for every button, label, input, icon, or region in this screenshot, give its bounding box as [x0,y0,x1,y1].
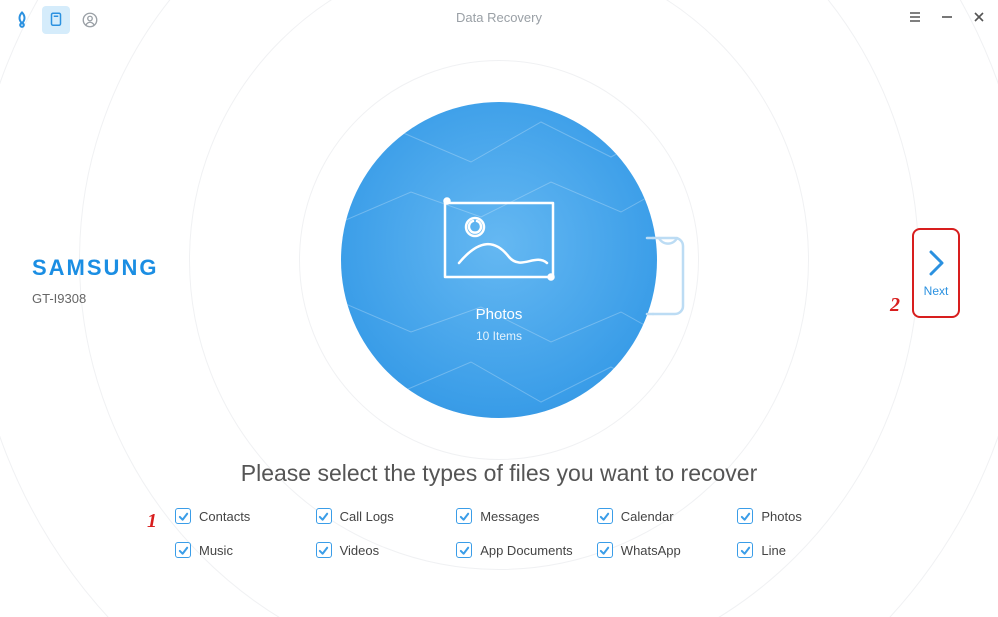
file-type-label: Music [199,543,233,558]
category-card[interactable]: Photos 10 Items [341,102,657,418]
menu-icon[interactable] [908,10,922,24]
instruction-heading: Please select the types of files you wan… [0,460,998,487]
file-type-grid: Contacts Call Logs Messages Calendar Photos M… [175,508,878,558]
file-type-label: Call Logs [340,509,394,524]
file-type-option[interactable]: WhatsApp [597,542,738,558]
pattern-overlay [341,102,657,418]
device-brand: SAMSUNG [32,255,158,281]
device-model: GT-I9308 [32,291,158,306]
annotation-1: 1 [147,510,157,533]
title-bar: Data Recovery [0,0,998,40]
annotation-2: 2 [890,294,900,317]
checkbox-icon [597,508,613,524]
file-type-option[interactable]: Call Logs [316,508,457,524]
checkbox-icon [456,508,472,524]
file-type-label: Messages [480,509,539,524]
window-controls [908,10,986,24]
file-type-label: Contacts [199,509,250,524]
file-type-label: Line [761,543,786,558]
chevron-right-icon [924,248,948,278]
file-type-label: Photos [761,509,801,524]
device-info: SAMSUNG GT-I9308 [32,255,158,306]
file-type-label: Videos [340,543,380,558]
checkbox-icon [737,542,753,558]
file-type-option[interactable]: Music [175,542,316,558]
file-type-option[interactable]: Videos [316,542,457,558]
file-type-option[interactable]: Messages [456,508,597,524]
checkbox-icon [456,542,472,558]
next-button[interactable]: Next [912,228,960,318]
minimize-button[interactable] [940,10,954,24]
file-type-label: Calendar [621,509,674,524]
next-label: Next [924,284,949,298]
app-window: Data Recovery SAMSUNG GT-I9308 [0,0,998,617]
adjacent-card-peek[interactable] [645,232,685,320]
window-title: Data Recovery [0,10,998,25]
file-type-option[interactable]: Contacts [175,508,316,524]
file-type-option[interactable]: Calendar [597,508,738,524]
checkbox-icon [175,542,191,558]
file-type-option[interactable]: Line [737,542,878,558]
checkbox-icon [175,508,191,524]
file-type-label: WhatsApp [621,543,681,558]
checkbox-icon [737,508,753,524]
file-type-label: App Documents [480,543,573,558]
file-type-option[interactable]: Photos [737,508,878,524]
category-count: 10 Items [476,329,522,343]
checkbox-icon [316,542,332,558]
close-button[interactable] [972,10,986,24]
file-type-option[interactable]: App Documents [456,542,597,558]
checkbox-icon [597,542,613,558]
checkbox-icon [316,508,332,524]
